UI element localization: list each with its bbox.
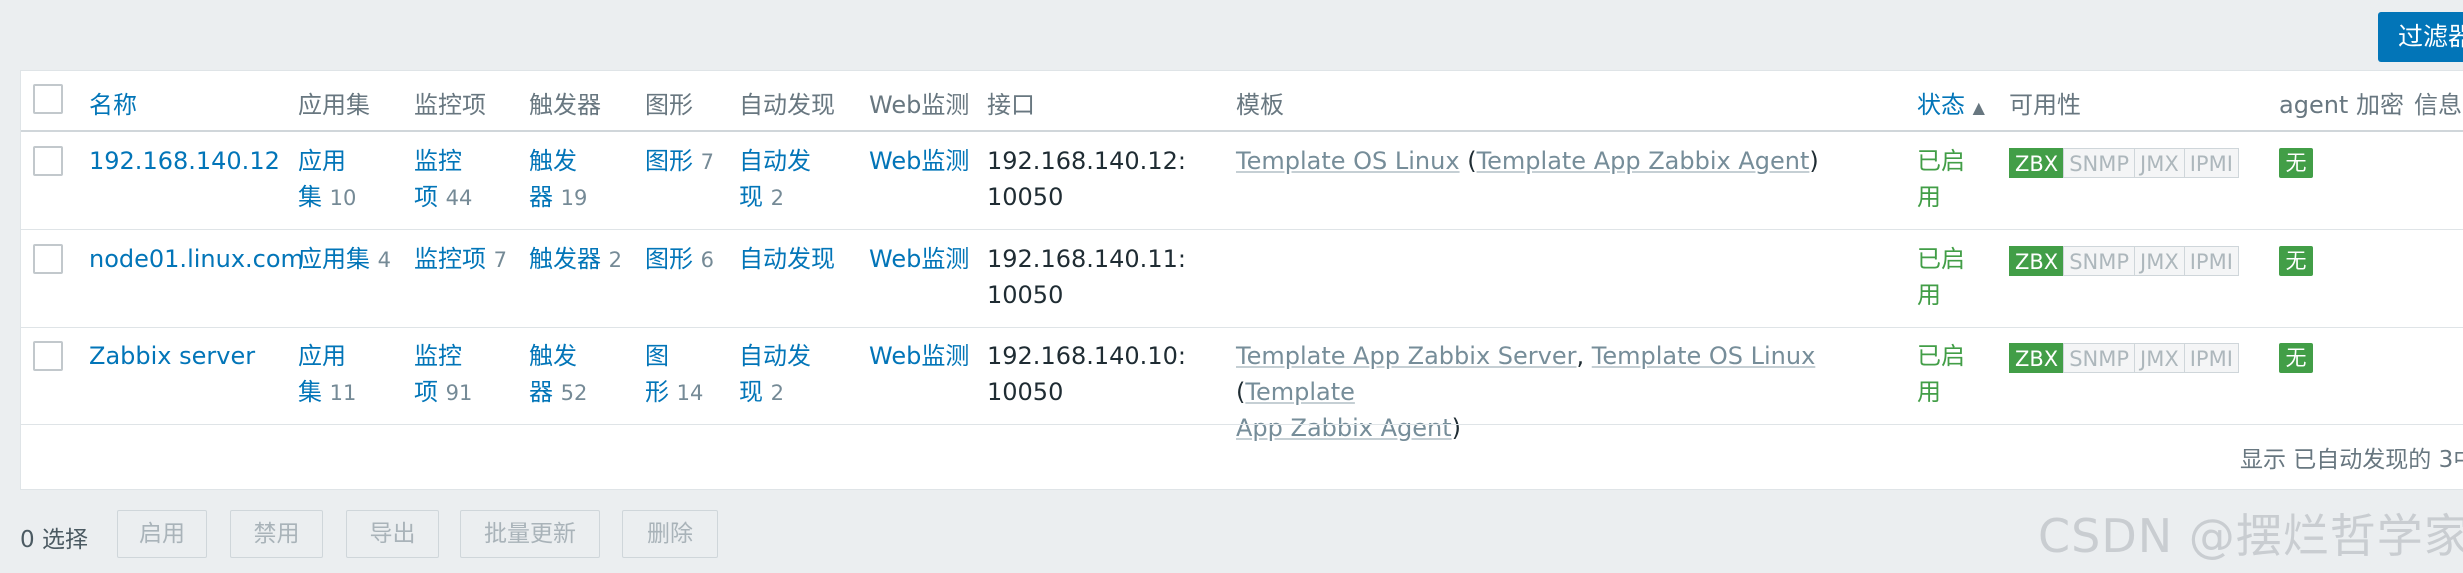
header-applications: 应用集 (298, 91, 370, 119)
encryption-badge: 无 (2279, 148, 2313, 178)
availability-badges: ZBX SNMP JMX IPMI (2009, 246, 2239, 276)
header-availability: 可用性 (2009, 91, 2081, 119)
hosts-table-panel: 名称 应用集 监控项 触发器 图形 自动发现 Web监测 接口 模板 状态 ▲ … (20, 70, 2463, 490)
row-divider (21, 229, 2463, 230)
row-divider (21, 424, 2463, 425)
selected-count: 0 选择 (20, 527, 88, 553)
header-status-label: 状态 (1917, 91, 1965, 119)
ipmi-badge: IPMI (2183, 246, 2239, 276)
row-divider (21, 327, 2463, 328)
jmx-badge: JMX (2134, 246, 2185, 276)
templates-list: Template OS Linux (Template App Zabbix A… (1236, 147, 1819, 175)
disable-button[interactable]: 禁用 (230, 510, 323, 558)
availability-badges: ZBX SNMP JMX IPMI (2009, 343, 2239, 373)
items-link[interactable]: 监控 项 44 (414, 143, 472, 216)
header-graphs: 图形 (645, 91, 693, 119)
mass-update-button[interactable]: 批量更新 (460, 510, 600, 558)
watermark: CSDN @摆烂哲学家 (2038, 509, 2463, 563)
host-name-link[interactable]: 192.168.140.12 (89, 143, 280, 179)
discovery-link[interactable]: 自动发现 (739, 241, 835, 277)
select-all-checkbox[interactable] (33, 84, 63, 114)
discovery-link[interactable]: 自动发 现 2 (739, 338, 811, 411)
templates-list: Template App Zabbix Server, Template OS … (1236, 342, 1816, 442)
items-link[interactable]: 监控项 7 (414, 241, 507, 278)
delete-button[interactable]: 删除 (622, 510, 718, 558)
export-button[interactable]: 导出 (346, 510, 439, 558)
host-name-link[interactable]: node01.linux.com (89, 241, 304, 277)
jmx-badge: JMX (2134, 148, 2185, 178)
ipmi-badge: IPMI (2183, 148, 2239, 178)
header-web: Web监测 (869, 91, 970, 119)
snmp-badge: SNMP (2063, 246, 2136, 276)
zbx-badge: ZBX (2009, 148, 2065, 178)
header-templates: 模板 (1236, 91, 1284, 119)
applications-link[interactable]: 应用 集 11 (298, 338, 356, 411)
header-name[interactable]: 名称 (89, 85, 137, 120)
triggers-link[interactable]: 触发 器 52 (529, 338, 587, 411)
host-name-link[interactable]: Zabbix server (89, 338, 255, 374)
zbx-badge: ZBX (2009, 246, 2065, 276)
header-interface: 接口 (987, 91, 1035, 119)
header-triggers: 触发器 (529, 91, 601, 119)
interface-value: 192.168.140.12: 10050 (987, 147, 1186, 211)
filter-button[interactable]: 过滤器 (2378, 12, 2463, 62)
applications-link[interactable]: 应用集 4 (298, 241, 391, 278)
snmp-badge: SNMP (2063, 343, 2136, 373)
graphs-link[interactable]: 图 形 14 (645, 338, 703, 411)
jmx-badge: JMX (2134, 343, 2185, 373)
triggers-link[interactable]: 触发 器 19 (529, 143, 587, 216)
interface-value: 192.168.140.11: 10050 (987, 245, 1186, 309)
enable-button[interactable]: 启用 (117, 510, 207, 558)
triggers-link[interactable]: 触发器 2 (529, 241, 622, 278)
header-items: 监控项 (414, 91, 486, 119)
template-link[interactable]: Template OS Linux (1236, 147, 1460, 175)
status-toggle[interactable]: 已启 用 (1917, 241, 1965, 313)
encryption-badge: 无 (2279, 246, 2313, 276)
web-link[interactable]: Web监测 (869, 143, 969, 179)
header-discovery: 自动发现 (739, 91, 835, 119)
graphs-link[interactable]: 图形 7 (645, 143, 714, 180)
template-link[interactable]: Template (1245, 378, 1355, 406)
template-link[interactable]: Template App Zabbix Server (1236, 342, 1576, 370)
encryption-badge: 无 (2279, 343, 2313, 373)
discovery-link[interactable]: 自动发 现 2 (739, 143, 811, 216)
status-toggle[interactable]: 已启 用 (1917, 143, 1965, 215)
web-link[interactable]: Web监测 (869, 241, 969, 277)
graphs-link[interactable]: 图形 6 (645, 241, 714, 278)
header-agent-encryption: agent 加密 (2279, 91, 2404, 119)
snmp-badge: SNMP (2063, 148, 2136, 178)
template-link[interactable]: Template OS Linux (1592, 342, 1816, 370)
interface-value: 192.168.140.10: 10050 (987, 342, 1186, 406)
web-link[interactable]: Web监测 (869, 338, 969, 374)
zbx-badge: ZBX (2009, 343, 2065, 373)
sort-asc-icon: ▲ (1972, 98, 1985, 117)
availability-badges: ZBX SNMP JMX IPMI (2009, 148, 2239, 178)
header-divider (21, 130, 2463, 132)
items-link[interactable]: 监控 项 91 (414, 338, 472, 411)
status-toggle[interactable]: 已启 用 (1917, 338, 1965, 410)
header-status[interactable]: 状态 ▲ (1917, 85, 1985, 120)
ipmi-badge: IPMI (2183, 343, 2239, 373)
row-checkbox[interactable] (33, 146, 63, 176)
row-checkbox[interactable] (33, 341, 63, 371)
template-link[interactable]: Template App Zabbix Agent (1477, 147, 1810, 175)
paging-summary: 显示 已自动发现的 3中的3 (2240, 447, 2463, 473)
template-link[interactable]: App Zabbix Agent (1236, 414, 1452, 442)
row-checkbox[interactable] (33, 244, 63, 274)
header-info: 信息 (2414, 91, 2462, 119)
applications-link[interactable]: 应用 集 10 (298, 143, 356, 216)
